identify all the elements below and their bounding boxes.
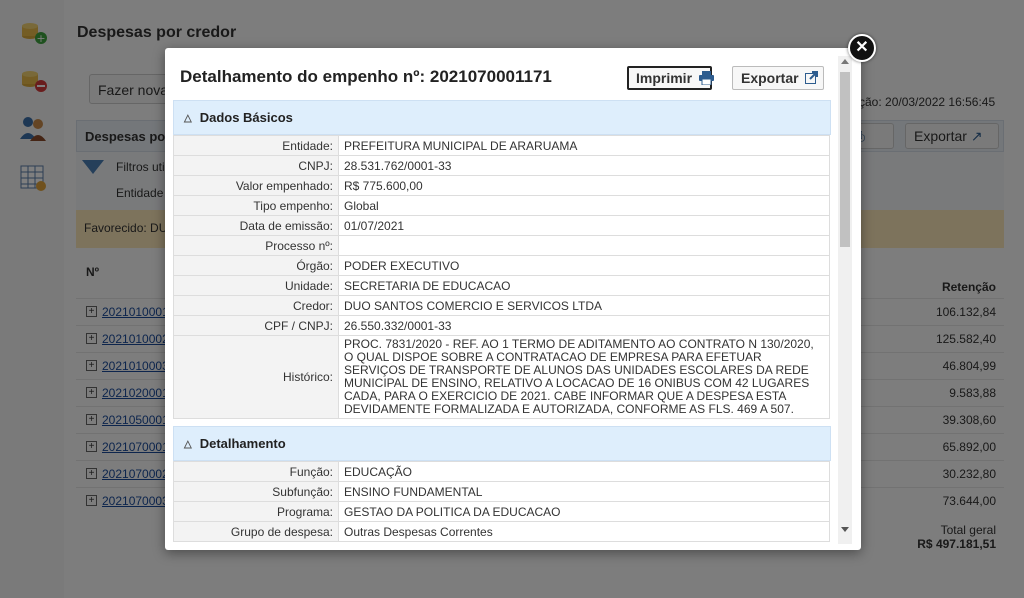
field-row: Grupo de despesa: Outras Despesas Corrent…: [173, 521, 830, 542]
section-basic-header[interactable]: △ Dados Básicos: [173, 100, 831, 135]
field-value: DUO SANTOS COMERCIO E SERVICOS LTDA: [338, 295, 830, 316]
printer-icon: [698, 71, 714, 86]
section-detail-title: Detalhamento: [199, 436, 286, 451]
field-value: [338, 235, 830, 256]
collapse-icon[interactable]: △: [184, 113, 192, 124]
export-button[interactable]: Exportar: [732, 66, 824, 90]
field-label: Programa:: [173, 501, 339, 522]
field-label: Subfunção:: [173, 481, 339, 502]
basic-data-table: Entidade: PREFEITURA MUNICIPAL DE ARARUAM…: [173, 135, 830, 419]
field-label: Valor empenhado:: [173, 175, 339, 196]
field-label: CPF / CNPJ:: [173, 315, 339, 336]
field-row: CPF / CNPJ: 26.550.332/0001-33: [173, 315, 830, 336]
field-row: Entidade: PREFEITURA MUNICIPAL DE ARARUAM…: [173, 135, 830, 156]
field-value: R$ 775.600,00: [338, 175, 830, 196]
modal-title: Detalhamento do empenho nº: 202107000117…: [180, 67, 552, 86]
print-button-label: Imprimir: [636, 70, 693, 86]
field-label: Entidade:: [173, 135, 339, 156]
field-label: Unidade:: [173, 275, 339, 296]
field-value: GESTAO DA POLITICA DA EDUCACAO: [338, 501, 830, 522]
field-row: Função: EDUCAÇÃO: [173, 461, 830, 482]
field-row: Processo nº:: [173, 235, 830, 256]
field-label: Função:: [173, 461, 339, 482]
field-value: 01/07/2021: [338, 215, 830, 236]
historico-value: PROC. 7831/2020 - REF. AO 1 TERMO DE ADI…: [338, 335, 830, 419]
field-row: Data de emissão: 01/07/2021: [173, 215, 830, 236]
field-label: Órgão:: [173, 255, 339, 276]
field-row: Tipo empenho: Global: [173, 195, 830, 216]
field-label: Data de emissão:: [173, 215, 339, 236]
field-value: EDUCAÇÃO: [338, 461, 830, 482]
modal-scroll-content[interactable]: △ Dados Básicos Entidade: PREFEITURA MUNIC…: [173, 100, 831, 550]
modal-scrollbar[interactable]: [838, 56, 852, 544]
detail-table: Função: EDUCAÇÃO Subfunção: ENSINO FUNDAME…: [173, 461, 830, 542]
export-icon: [805, 71, 819, 84]
field-label: CNPJ:: [173, 155, 339, 176]
field-row: Programa: GESTAO DA POLITICA DA EDUCACAO: [173, 501, 830, 522]
scroll-up-arrow[interactable]: [841, 59, 849, 64]
field-row: Unidade: SECRETARIA DE EDUCACAO: [173, 275, 830, 296]
field-value: Outras Despesas Correntes: [338, 521, 830, 542]
field-row: Valor empenhado: R$ 775.600,00: [173, 175, 830, 196]
field-label: Histórico:: [173, 335, 339, 419]
close-icon[interactable]: ✕: [848, 34, 876, 62]
field-label: Processo nº:: [173, 235, 339, 256]
field-row: Órgão: PODER EXECUTIVO: [173, 255, 830, 276]
export-button-label: Exportar: [741, 70, 799, 86]
field-value: ENSINO FUNDAMENTAL: [338, 481, 830, 502]
field-label: Grupo de despesa:: [173, 521, 339, 542]
scroll-down-arrow[interactable]: [841, 527, 849, 532]
print-button[interactable]: Imprimir: [627, 66, 714, 90]
collapse-icon[interactable]: △: [184, 439, 192, 450]
section-detail-header[interactable]: △ Detalhamento: [173, 426, 831, 461]
field-row-historico: Histórico: PROC. 7831/2020 - REF. AO 1 TE…: [173, 335, 830, 419]
field-label: Credor:: [173, 295, 339, 316]
field-value: SECRETARIA DE EDUCACAO: [338, 275, 830, 296]
field-value: PODER EXECUTIVO: [338, 255, 830, 276]
field-row: Credor: DUO SANTOS COMERCIO E SERVICOS LT…: [173, 295, 830, 316]
field-value: Global: [338, 195, 830, 216]
field-row: Subfunção: ENSINO FUNDAMENTAL: [173, 481, 830, 502]
section-basic-title: Dados Básicos: [199, 110, 293, 125]
scroll-thumb[interactable]: [840, 72, 850, 247]
field-row: CNPJ: 28.531.762/0001-33: [173, 155, 830, 176]
field-value: PREFEITURA MUNICIPAL DE ARARUAMA: [338, 135, 830, 156]
empenho-detail-modal: Detalhamento do empenho nº: 202107000117…: [165, 48, 861, 550]
field-value: 28.531.762/0001-33: [338, 155, 830, 176]
field-value: 26.550.332/0001-33: [338, 315, 830, 336]
field-label: Tipo empenho:: [173, 195, 339, 216]
